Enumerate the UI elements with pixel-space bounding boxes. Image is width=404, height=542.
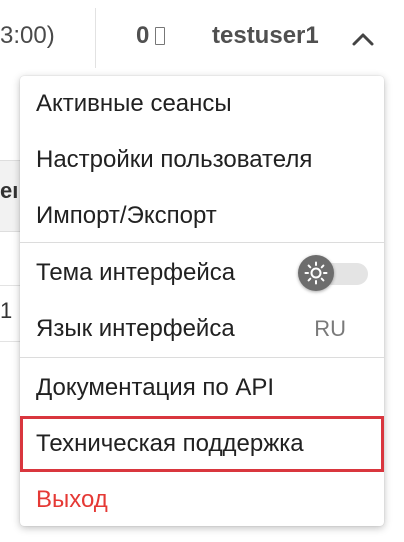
menu-item-label: Выход — [36, 486, 108, 513]
notification-counter[interactable]: 0 — [136, 22, 166, 50]
menu-item-active-sessions[interactable]: Активные сеансы — [20, 76, 384, 132]
menu-divider — [20, 242, 384, 243]
menu-item-label: Документация по API — [36, 374, 275, 401]
menu-item-label: Техническая поддержка — [36, 430, 304, 457]
username[interactable]: testuser1 — [212, 22, 319, 50]
top-bar: 3:00) 0 testuser1 — [0, 0, 404, 76]
menu-item-theme: Тема интерфейса — [20, 245, 384, 301]
document-icon — [155, 27, 166, 45]
sun-icon — [304, 261, 328, 285]
menu-item-label: Настройки пользователя — [36, 146, 313, 173]
background-row-text: 1 — [0, 298, 13, 323]
topbar-divider — [95, 8, 96, 68]
chevron-up-icon[interactable] — [351, 31, 375, 47]
menu-item-logout[interactable]: Выход — [20, 472, 384, 526]
page: 3:00) 0 testuser1 eı 1 Активные сеансы Н… — [0, 0, 404, 542]
language-value: RU — [314, 316, 346, 341]
menu-divider — [20, 357, 384, 358]
time-range-text: 3:00) — [0, 22, 55, 49]
menu-item-tech-support[interactable]: Техническая поддержка — [20, 416, 384, 472]
theme-toggle[interactable] — [298, 255, 368, 291]
counter-value: 0 — [136, 22, 150, 49]
menu-item-import-export[interactable]: Импорт/Экспорт — [20, 188, 384, 244]
toggle-knob — [298, 255, 334, 291]
menu-item-label: Язык интерфейса — [36, 315, 235, 342]
menu-item-label: Активные сеансы — [36, 90, 232, 117]
background-header-text: eı — [0, 178, 19, 203]
menu-item-label: Тема интерфейса — [36, 259, 236, 286]
menu-item-label: Импорт/Экспорт — [36, 202, 217, 229]
menu-item-api-docs[interactable]: Документация по API — [20, 360, 384, 416]
menu-item-language[interactable]: Язык интерфейса RU — [20, 301, 384, 357]
user-dropdown-menu: Активные сеансы Настройки пользователя И… — [20, 76, 384, 526]
menu-item-user-settings[interactable]: Настройки пользователя — [20, 132, 384, 188]
